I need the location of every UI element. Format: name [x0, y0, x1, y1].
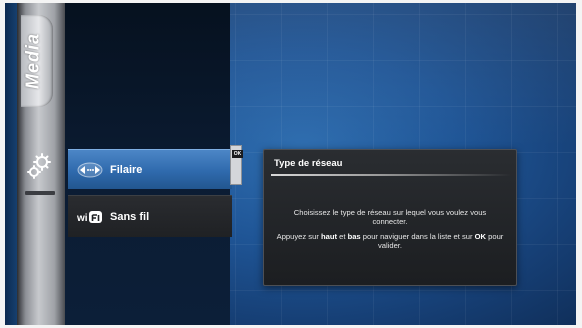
panel-text-line2: Appuyez sur haut et bas pour naviguer da…: [276, 232, 504, 250]
tv-screen: Media Filaire wi Sans fil OK Type de rés…: [5, 3, 576, 325]
panel-text-line1: Choisissez le type de réseau sur lequel …: [293, 208, 487, 226]
info-panel: Type de réseau Choisissez le type de rés…: [263, 149, 517, 286]
settings-gear-icon[interactable]: [25, 151, 55, 181]
panel-title: Type de réseau: [274, 158, 343, 169]
menu-item-sans-fil[interactable]: wi Sans fil: [68, 195, 232, 237]
wifi-icon: wi: [76, 207, 104, 227]
selected-indicator: [25, 191, 55, 195]
panel-divider: [271, 174, 511, 176]
sidebar-tab-label: Media: [22, 33, 43, 90]
menu-item-label: Filaire: [110, 163, 143, 176]
wifi-icon-text: wi: [76, 213, 88, 224]
menu-item-filaire[interactable]: Filaire: [68, 149, 232, 189]
ok-badge: OK: [232, 150, 243, 158]
panel-description: Choisissez le type de réseau sur lequel …: [276, 208, 504, 256]
left-edge-strip: [5, 3, 17, 325]
ethernet-arrows-icon: [76, 160, 104, 180]
menu-item-label: Sans fil: [110, 210, 150, 223]
